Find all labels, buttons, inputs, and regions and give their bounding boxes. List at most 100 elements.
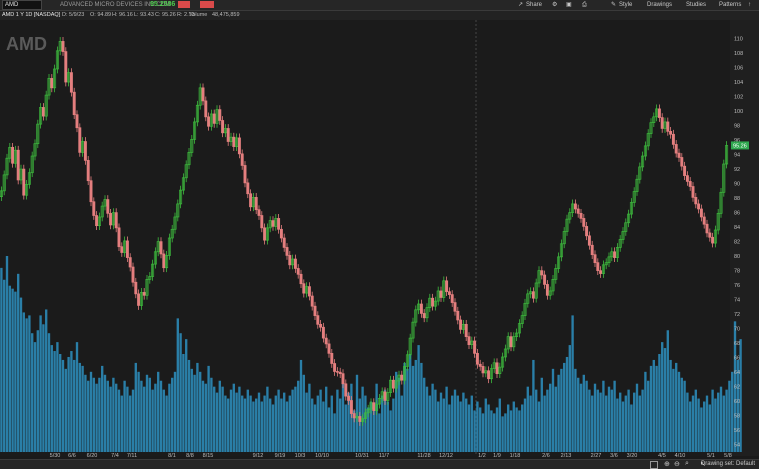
candle-body <box>391 379 395 389</box>
volume-bar <box>423 377 426 452</box>
drawings-button[interactable]: Drawings <box>647 0 672 10</box>
candle-body <box>352 413 356 419</box>
candle-body <box>293 258 297 269</box>
volume-bar <box>213 386 216 452</box>
candle-body <box>218 109 222 121</box>
search-icon[interactable]: ⌕ <box>685 460 689 468</box>
symbol-input[interactable]: AMD <box>2 0 42 10</box>
candle-body <box>83 141 87 161</box>
volume-bar <box>67 356 70 452</box>
last-price-label: 95.26 <box>733 143 747 149</box>
change-badge <box>178 1 190 8</box>
volume-bar <box>210 377 213 452</box>
volume-bar <box>493 413 496 452</box>
candle-body <box>691 186 695 198</box>
gear-icon[interactable]: ⚙ <box>552 0 557 10</box>
candle-body <box>69 72 73 93</box>
volume-bar <box>19 297 23 452</box>
candle-body <box>249 193 253 208</box>
patterns-button[interactable]: Patterns <box>719 0 741 10</box>
candle-body <box>319 323 323 328</box>
symbol-watermark: AMD <box>6 34 47 54</box>
volume-bar <box>17 273 20 452</box>
y-tick-label: 66 <box>734 356 740 362</box>
volume-bar <box>593 383 597 452</box>
zoom-out-icon[interactable]: ⊖ <box>674 460 680 468</box>
volume-bar <box>700 407 703 452</box>
volume-bar <box>462 392 465 452</box>
candle-body <box>271 220 275 227</box>
volume-bar <box>73 359 76 452</box>
volume-bar <box>89 371 93 452</box>
candle-body <box>344 383 348 397</box>
volume-bar <box>243 398 247 452</box>
candle-body <box>237 137 241 155</box>
volume-bar <box>297 380 300 452</box>
volume-bar <box>42 324 45 452</box>
volume-bar <box>313 404 317 452</box>
volume-bar <box>686 392 689 452</box>
style-icon[interactable]: ✎ <box>611 0 616 10</box>
volume-bar <box>227 398 230 452</box>
date-readout: D: 5/9/23 <box>62 12 85 18</box>
volume-bar <box>168 383 171 452</box>
zoom-in-icon[interactable]: ⊕ <box>664 460 670 468</box>
volume-bar <box>221 386 224 452</box>
volume-bar <box>36 330 39 452</box>
candle-body <box>593 254 597 264</box>
y-tick-label: 90 <box>734 182 740 188</box>
candle-body <box>207 116 211 127</box>
price-chart[interactable]: AMD 54 56 58 60 62 64 66 68 70 72 74 76 78 80 82 84 86 88… <box>0 20 759 459</box>
candle-body <box>232 136 236 147</box>
volume-bar <box>154 383 157 452</box>
print-icon[interactable]: ⎙ <box>582 0 587 10</box>
y-tick-label: 94 <box>734 153 740 159</box>
candle-body <box>582 218 586 227</box>
camera-icon[interactable]: ▣ <box>566 0 572 10</box>
candle-body <box>464 323 468 338</box>
studies-button[interactable]: Studies <box>686 0 706 10</box>
volume-bar <box>498 398 501 452</box>
candle-body <box>204 100 208 118</box>
volume-bar <box>551 368 555 452</box>
volume-bar <box>479 407 482 452</box>
y-tick-label: 72 <box>734 312 740 318</box>
volume-bar <box>448 404 451 452</box>
share-button[interactable]: Share <box>526 0 542 10</box>
candle-body <box>509 336 513 348</box>
volume-bar <box>453 389 457 452</box>
volume-bar <box>252 401 255 452</box>
y-tick-label: 102 <box>734 95 743 101</box>
candle-body <box>212 113 216 124</box>
candle-body <box>590 244 594 256</box>
y-tick-label: 82 <box>734 240 740 246</box>
volume-bar <box>98 377 101 452</box>
candle-body <box>587 235 591 246</box>
low-readout: L: 93.43 <box>134 12 154 18</box>
volume-bar <box>714 398 717 452</box>
style-button[interactable]: Style <box>619 0 632 10</box>
volume-bar <box>577 377 580 452</box>
volume-bar <box>610 389 613 452</box>
candle-body <box>285 247 289 256</box>
volume-bar <box>588 389 591 452</box>
volume-bar <box>652 359 655 452</box>
volume-bar <box>271 404 275 452</box>
open-readout: O: 94.89 <box>90 12 112 18</box>
candle-body <box>711 236 715 244</box>
candle-body <box>22 168 26 196</box>
volume-bar <box>319 389 322 452</box>
volume-bar <box>386 401 389 452</box>
volume-bar <box>501 416 504 452</box>
volume-bar <box>535 389 538 452</box>
candle-body <box>61 41 65 52</box>
volume-bar <box>106 380 109 452</box>
volume-bar <box>602 380 605 452</box>
candle-body <box>221 120 225 134</box>
volume-bar <box>322 401 325 452</box>
collapse-icon[interactable]: ↑ <box>748 0 751 10</box>
candle-body <box>128 257 132 268</box>
volume-bar <box>5 256 9 452</box>
share-icon[interactable]: ↗ <box>518 0 523 10</box>
candle-body <box>545 284 549 296</box>
